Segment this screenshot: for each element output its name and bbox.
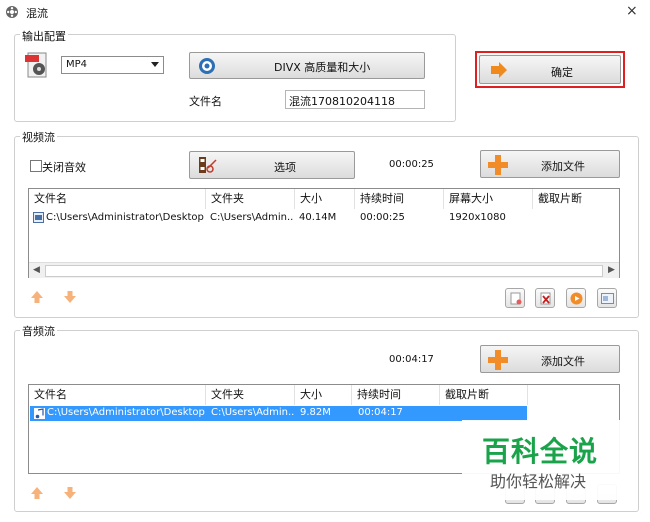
- title-bar: 混流 ×: [0, 0, 650, 24]
- plus-icon: [488, 155, 508, 175]
- audio-col-folder[interactable]: 文件夹: [206, 385, 295, 405]
- video-col-filename[interactable]: 文件名: [29, 189, 206, 209]
- video-move-down-icon[interactable]: [63, 290, 77, 304]
- table-row[interactable]: C:\Users\Administrator\Desktop\... C:\Us…: [30, 406, 527, 421]
- confirm-button-label: 确定: [551, 66, 573, 79]
- codec-settings-button[interactable]: DIVX 高质量和大小: [189, 52, 425, 79]
- audio-col-size[interactable]: 大小: [295, 385, 352, 405]
- audio-row-folder: C:\Users\Admin...: [211, 407, 295, 418]
- video-col-size[interactable]: 大小: [295, 189, 355, 209]
- horizontal-scrollbar[interactable]: ◀ ▶: [29, 262, 619, 278]
- video-new-doc-button[interactable]: [505, 288, 525, 308]
- audio-col-filename[interactable]: 文件名: [29, 385, 206, 405]
- video-col-screen[interactable]: 屏幕大小: [444, 189, 533, 209]
- audio-add-file-label: 添加文件: [541, 355, 585, 368]
- delete-x-icon: [540, 292, 551, 305]
- audio-row-filename: C:\Users\Administrator\Desktop\...: [47, 407, 205, 418]
- audio-move-up-icon[interactable]: [30, 486, 44, 500]
- video-row-folder: C:\Users\Admin...: [210, 212, 294, 223]
- audio-col-duration[interactable]: 持续时间: [352, 385, 440, 405]
- video-options-label: 选项: [274, 161, 296, 174]
- disc-gear-icon: [199, 58, 215, 74]
- mute-checkbox[interactable]: [30, 160, 42, 172]
- mute-label: 关闭音效: [42, 161, 86, 174]
- film-scissors-icon: [199, 157, 217, 173]
- video-file-icon: [33, 212, 44, 223]
- video-duration: 00:00:25: [389, 159, 434, 170]
- video-row-duration: 00:00:25: [360, 212, 405, 223]
- arrow-right-icon: [491, 62, 507, 78]
- video-row-screen: 1920x1080: [449, 212, 506, 223]
- audio-stream-legend: 音频流: [20, 323, 57, 339]
- filename-label: 文件名: [189, 95, 222, 108]
- watermark-subtitle: 助你轻松解决: [490, 472, 587, 491]
- scroll-right-arrow[interactable]: ▶: [604, 263, 619, 278]
- mp4-file-icon: [25, 52, 47, 78]
- watermark-title: 百科全说: [482, 435, 599, 468]
- scroll-left-arrow[interactable]: ◀: [29, 263, 44, 278]
- app-reel-icon: [6, 6, 18, 18]
- format-select[interactable]: MP4: [61, 56, 164, 74]
- table-row[interactable]: C:\Users\Administrator\Desktop\... C:\Us…: [29, 210, 619, 226]
- audio-row-duration: 00:04:17: [358, 407, 403, 418]
- video-col-clip[interactable]: 截取片断: [533, 189, 619, 209]
- format-select-value: MP4: [66, 59, 88, 70]
- output-config-legend: 输出配置: [20, 28, 68, 44]
- video-add-file-button[interactable]: 添加文件: [480, 150, 620, 178]
- video-col-duration[interactable]: 持续时间: [355, 189, 444, 209]
- video-delete-button[interactable]: [535, 288, 555, 308]
- video-move-up-icon[interactable]: [30, 290, 44, 304]
- video-preview-button[interactable]: [597, 288, 617, 308]
- video-options-button[interactable]: 选项: [189, 151, 355, 179]
- new-document-icon: [510, 292, 522, 305]
- scroll-thumb[interactable]: [45, 265, 603, 277]
- audio-note-icon: [34, 408, 45, 419]
- watermark: 百科全说 助你轻松解决: [462, 420, 632, 500]
- video-stream-legend: 视频流: [20, 129, 57, 145]
- close-icon[interactable]: ×: [626, 3, 638, 19]
- video-col-folder[interactable]: 文件夹: [206, 189, 295, 209]
- video-file-list[interactable]: 文件名 文件夹 大小 持续时间 屏幕大小 截取片断 C:\Users\Admin…: [28, 188, 620, 278]
- video-row-filename: C:\Users\Administrator\Desktop\...: [46, 212, 204, 223]
- confirm-button[interactable]: 确定: [479, 55, 621, 84]
- audio-add-file-button[interactable]: 添加文件: [480, 345, 620, 373]
- window-title: 混流: [26, 7, 48, 20]
- video-add-file-label: 添加文件: [541, 160, 585, 173]
- codec-button-label: DIVX 高质量和大小: [274, 61, 371, 74]
- video-row-size: 40.14M: [299, 212, 337, 223]
- play-icon: [570, 292, 583, 305]
- audio-row-size: 9.82M: [300, 407, 331, 418]
- video-play-button[interactable]: [566, 288, 586, 308]
- preview-window-icon: [601, 293, 614, 304]
- audio-col-clip[interactable]: 截取片断: [440, 385, 528, 405]
- filename-field[interactable]: 混流170810204118: [285, 90, 425, 109]
- audio-move-down-icon[interactable]: [63, 486, 77, 500]
- chevron-down-icon: [151, 62, 159, 67]
- audio-duration: 00:04:17: [389, 354, 434, 365]
- plus-icon: [488, 350, 508, 370]
